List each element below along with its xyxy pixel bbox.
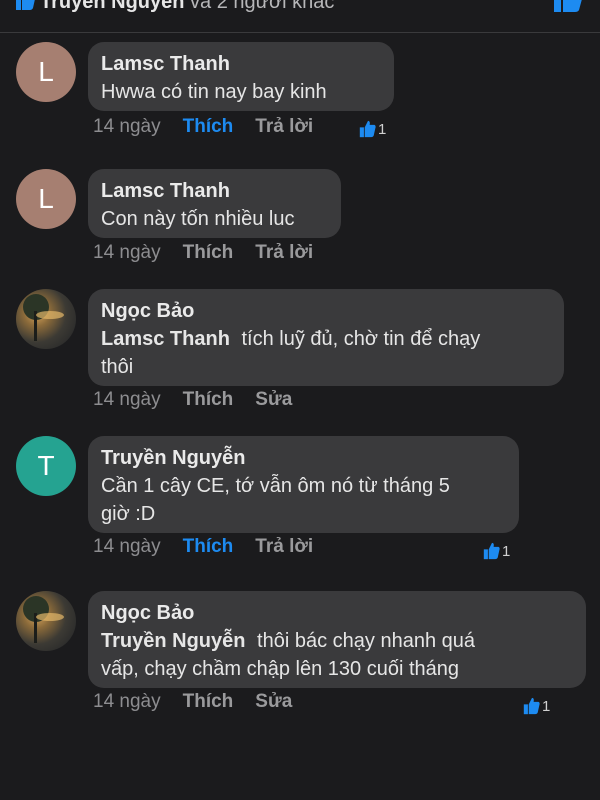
avatar-letter: L bbox=[38, 56, 54, 87]
like-icon bbox=[483, 542, 500, 560]
reactions-header[interactable]: Truyền Nguyễn và 2 người khác bbox=[0, 0, 600, 33]
like-link[interactable]: Thích bbox=[183, 536, 234, 557]
avatar[interactable]: L bbox=[16, 42, 76, 102]
reaction-number: 1 bbox=[542, 697, 551, 715]
reply-link[interactable]: Trả lời bbox=[255, 116, 313, 137]
comment-text-line: Cần 1 cây CE, tớ vẫn ôm nó từ tháng 5 bbox=[101, 475, 450, 497]
comment-bubble[interactable]: Ngọc Bảo Lamsc Thanh tích luỹ đủ, chờ ti… bbox=[88, 289, 564, 386]
avatar[interactable]: T bbox=[16, 436, 76, 496]
comment-bubble[interactable]: Ngọc Bảo Truyền Nguyễn thôi bác chạy nha… bbox=[88, 591, 586, 688]
comment-text-line: vấp, chạy chầm chập lên 130 cuối tháng bbox=[101, 658, 460, 680]
comment-author[interactable]: Lamsc Thanh bbox=[101, 177, 327, 205]
avatar[interactable] bbox=[16, 289, 76, 349]
comment-meta: 14 ngày Thích Trả lời bbox=[93, 116, 335, 138]
mention-link[interactable]: Lamsc Thanh bbox=[101, 328, 230, 350]
reaction-number: 1 bbox=[378, 120, 387, 138]
header-author: Truyền Nguyễn bbox=[40, 0, 185, 13]
header-text: Truyền Nguyễn và 2 người khác bbox=[40, 0, 334, 14]
comment-time: 14 ngày bbox=[93, 116, 161, 137]
like-link[interactable]: Thích bbox=[183, 691, 234, 712]
comment-time: 14 ngày bbox=[93, 691, 161, 712]
comment-meta: 14 ngày Thích Sửa bbox=[93, 691, 314, 713]
comment-time: 14 ngày bbox=[93, 389, 161, 410]
reaction-count[interactable]: 1 bbox=[522, 697, 550, 715]
comment-author[interactable]: Ngọc Bảo bbox=[101, 599, 572, 627]
reply-link[interactable]: Trả lời bbox=[255, 536, 313, 557]
avatar-letter: L bbox=[38, 183, 54, 214]
edit-link[interactable]: Sửa bbox=[255, 691, 292, 712]
edit-link[interactable]: Sửa bbox=[255, 389, 292, 410]
comment-meta: 14 ngày Thích Trả lời bbox=[93, 536, 335, 558]
comment-bubble[interactable]: Lamsc Thanh Hwwa có tin nay bay kinh bbox=[88, 42, 394, 111]
comment-text-line: thôi bác chạy nhanh quá bbox=[257, 630, 475, 652]
reaction-count[interactable]: 1 bbox=[482, 542, 510, 560]
comment-author[interactable]: Ngọc Bảo bbox=[101, 297, 550, 325]
like-icon bbox=[359, 120, 376, 138]
like-icon bbox=[16, 0, 35, 10]
comment-text-line: tích luỹ đủ, chờ tin để chạy bbox=[241, 328, 481, 350]
comment-text: Lamsc Thanh tích luỹ đủ, chờ tin để chạy bbox=[101, 325, 550, 353]
avatar-photo-icon bbox=[23, 294, 64, 341]
like-button-icon[interactable] bbox=[552, 0, 584, 14]
like-icon bbox=[523, 697, 540, 715]
comment-text: Hwwa có tin nay bay kinh bbox=[101, 81, 327, 103]
comment-author[interactable]: Lamsc Thanh bbox=[101, 50, 380, 78]
comment-bubble[interactable]: Truyền Nguyễn Cần 1 cây CE, tớ vẫn ôm nó… bbox=[88, 436, 519, 533]
comment-meta: 14 ngày Thích Trả lời bbox=[93, 242, 335, 264]
comment-meta: 14 ngày Thích Sửa bbox=[93, 389, 314, 411]
avatar[interactable]: L bbox=[16, 169, 76, 229]
like-link[interactable]: Thích bbox=[183, 116, 234, 137]
comment-text: Con này tốn nhiều luc bbox=[101, 208, 295, 230]
like-link[interactable]: Thích bbox=[183, 242, 234, 263]
avatar[interactable] bbox=[16, 591, 76, 651]
like-link[interactable]: Thích bbox=[183, 389, 234, 410]
avatar-letter: T bbox=[37, 450, 55, 481]
comment-text: Truyền Nguyễn thôi bác chạy nhanh quá bbox=[101, 627, 572, 655]
mention-link[interactable]: Truyền Nguyễn bbox=[101, 630, 245, 652]
reply-link[interactable]: Trả lời bbox=[255, 242, 313, 263]
reaction-count[interactable]: 1 bbox=[358, 120, 386, 138]
avatar-photo-icon bbox=[23, 596, 64, 643]
comment-bubble[interactable]: Lamsc Thanh Con này tốn nhiều luc bbox=[88, 169, 341, 238]
header-rest: và 2 người khác bbox=[190, 0, 335, 13]
comment-text-line: thôi bbox=[101, 356, 134, 378]
comment-text-line: giờ :D bbox=[101, 503, 156, 525]
comment-time: 14 ngày bbox=[93, 536, 161, 557]
comment-author[interactable]: Truyền Nguyễn bbox=[101, 444, 505, 472]
reaction-number: 1 bbox=[502, 542, 511, 560]
comment-time: 14 ngày bbox=[93, 242, 161, 263]
